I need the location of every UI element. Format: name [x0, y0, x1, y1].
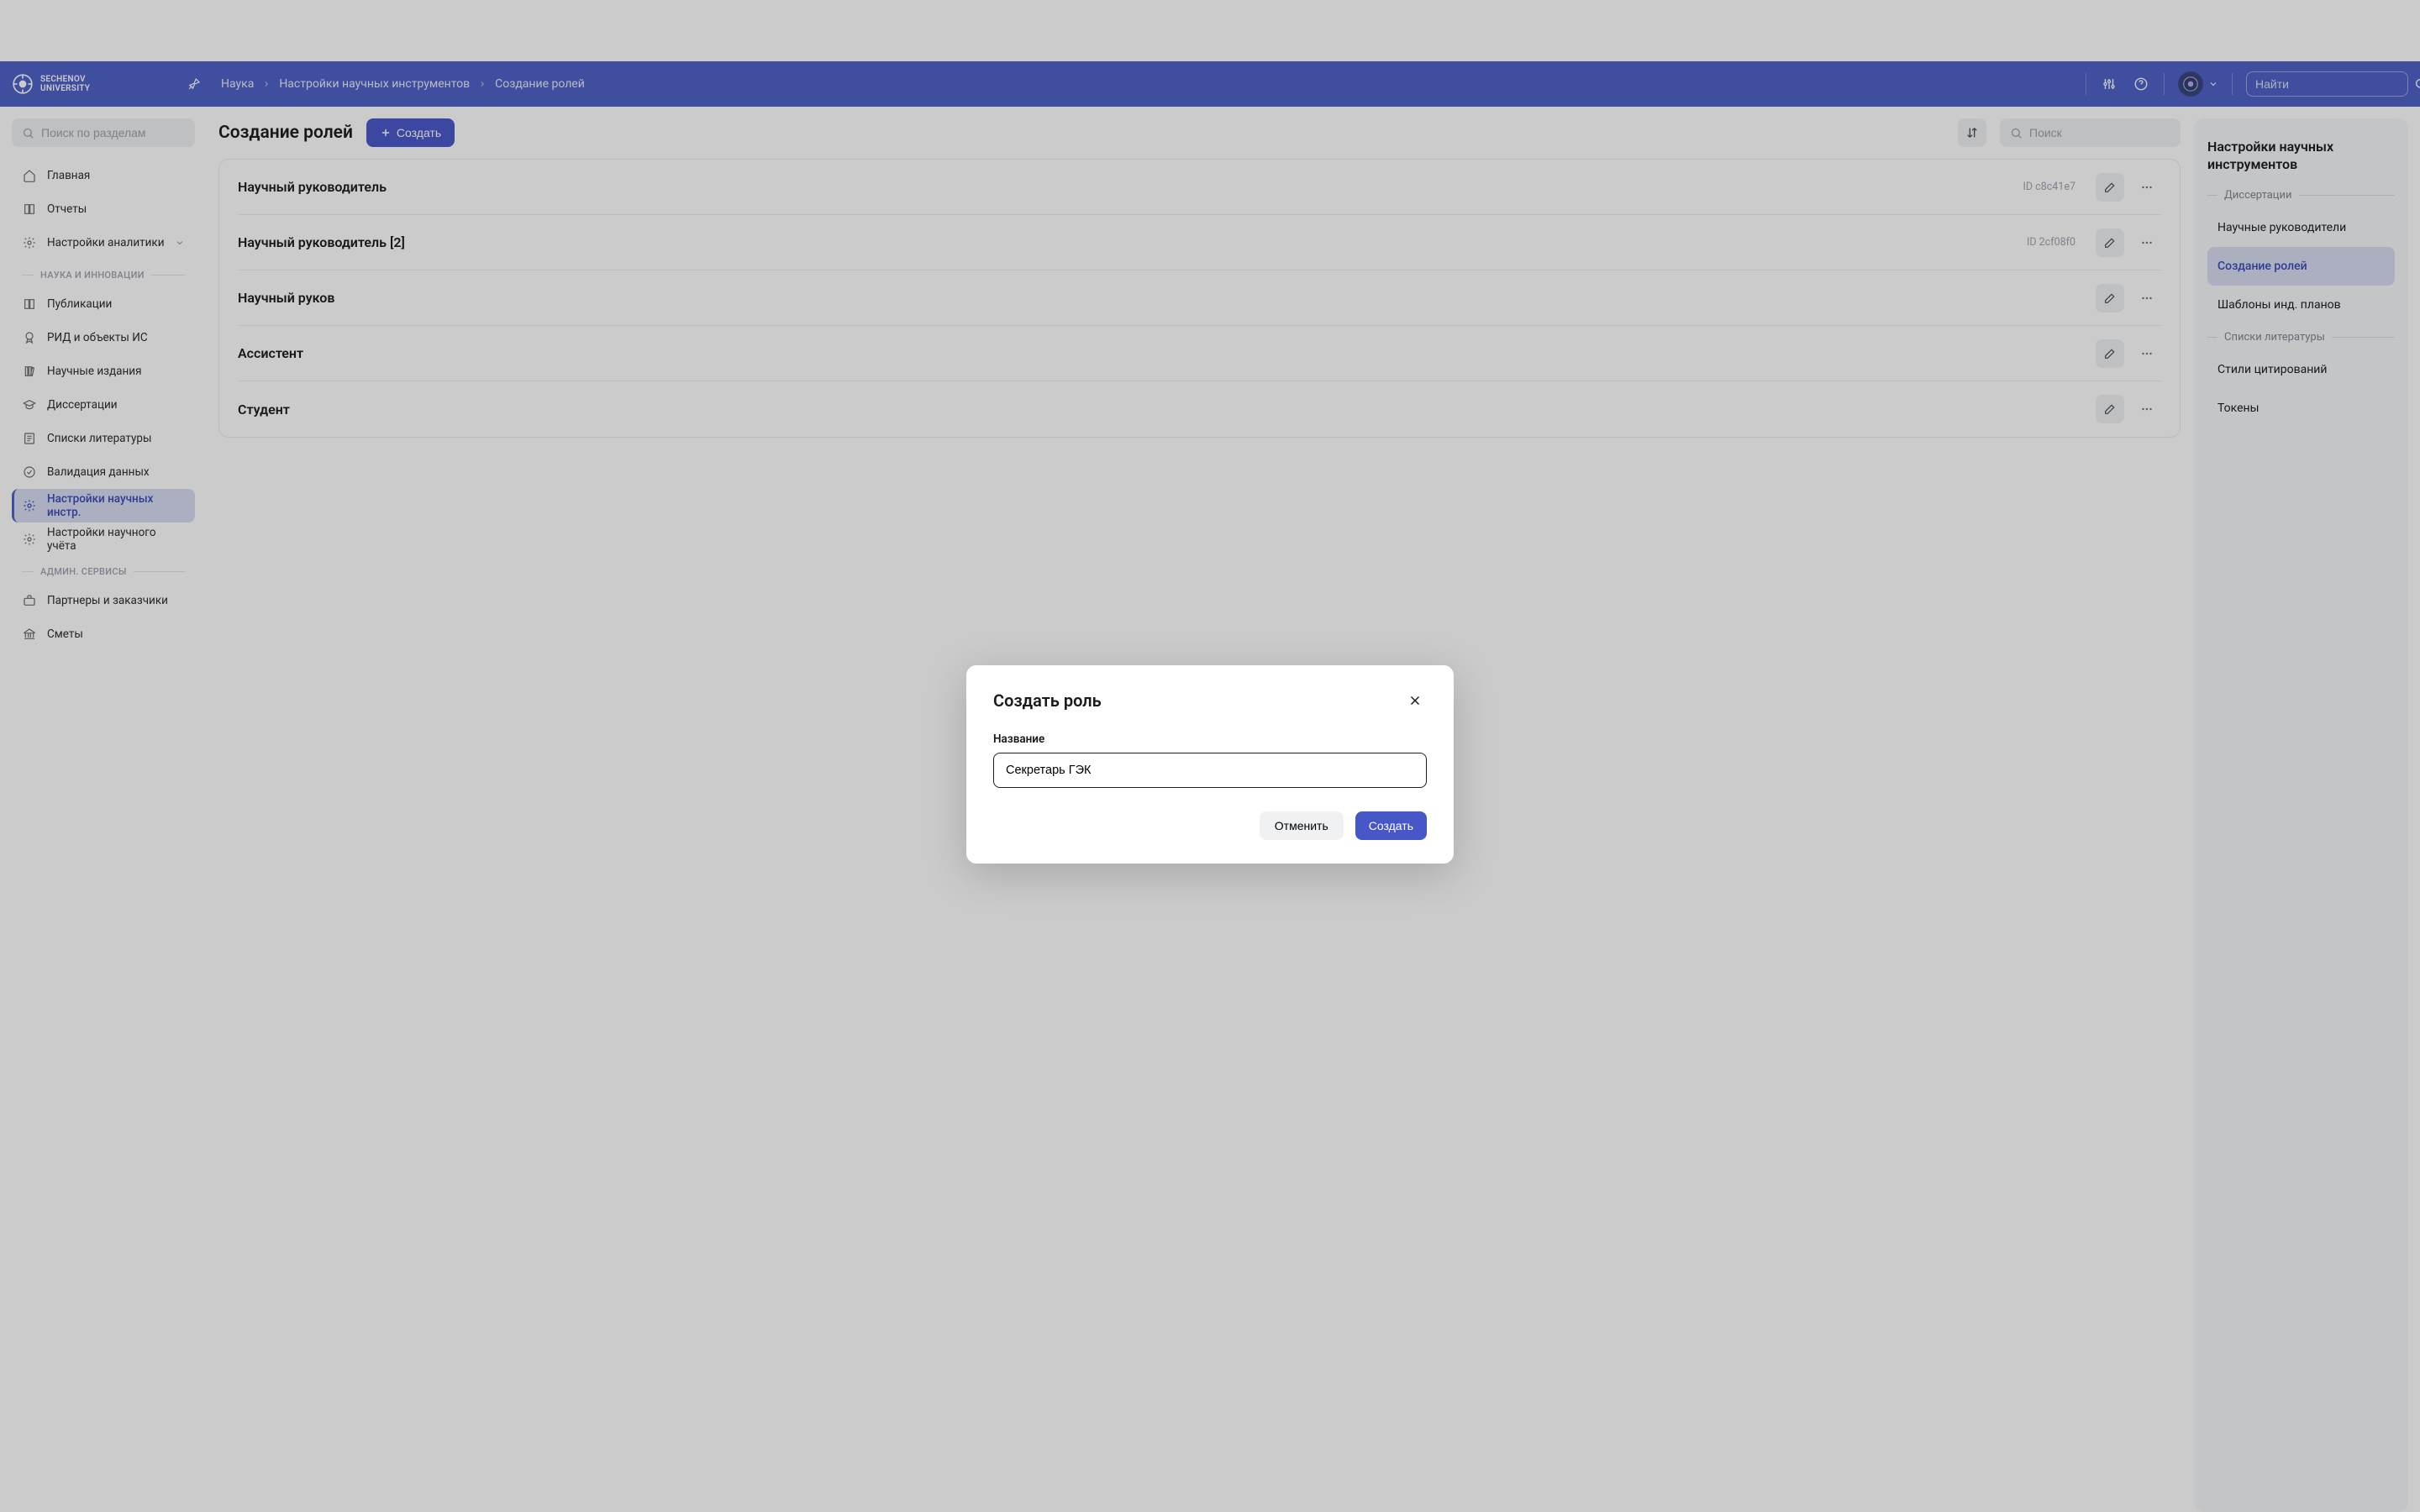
cancel-button[interactable]: Отменить — [1260, 811, 1344, 840]
create-role-modal: Создать роль Название Отменить Создать — [966, 665, 1454, 864]
modal-overlay[interactable]: Создать роль Название Отменить Создать — [0, 0, 2420, 1512]
close-button[interactable] — [1403, 689, 1427, 712]
role-name-input[interactable] — [993, 753, 1427, 788]
field-label: Название — [993, 732, 1427, 746]
modal-title: Создать роль — [993, 690, 1102, 711]
close-icon — [1407, 693, 1423, 708]
submit-button[interactable]: Создать — [1355, 811, 1427, 840]
